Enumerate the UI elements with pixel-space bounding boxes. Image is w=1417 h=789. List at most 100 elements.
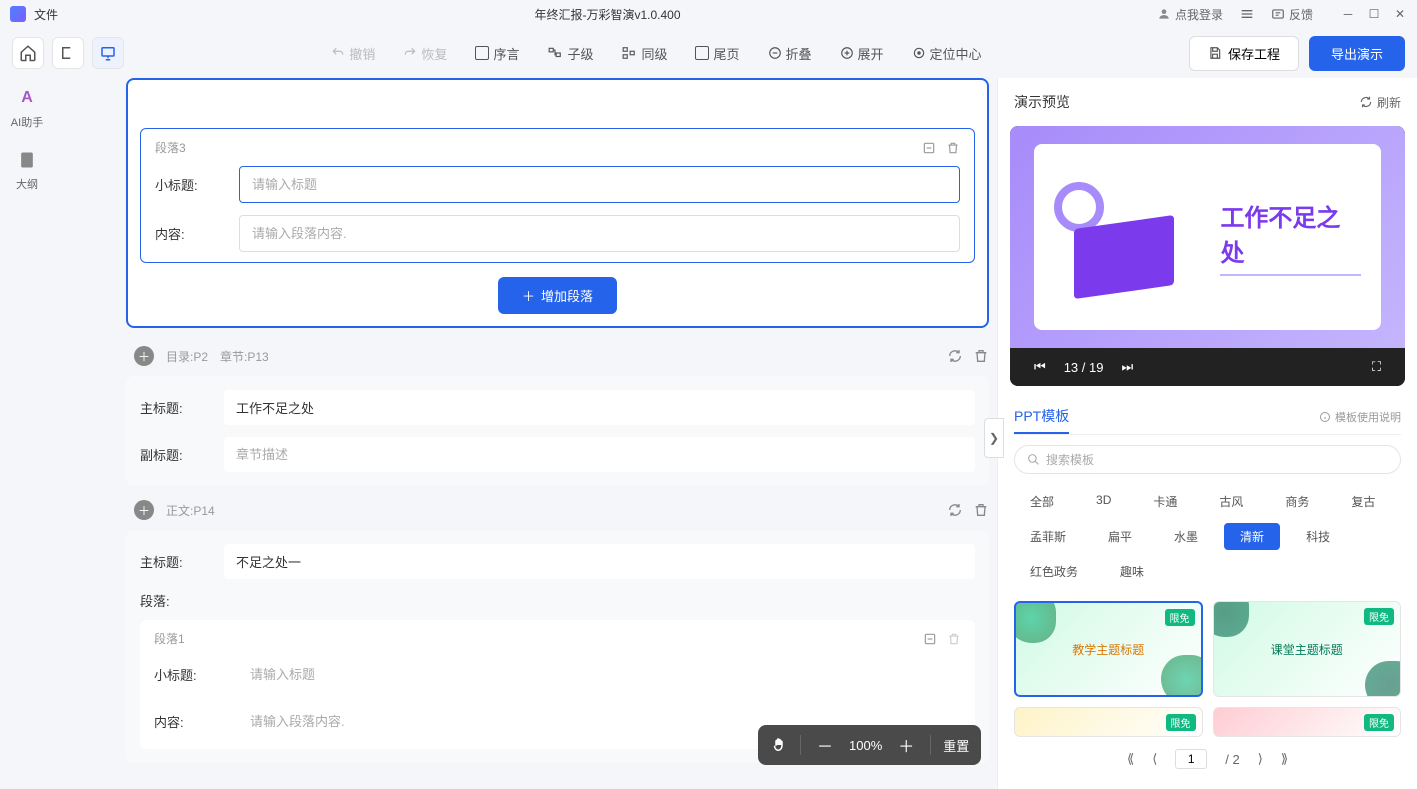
paragraph-3-card: 段落3 小标题: 内容: [140, 128, 975, 263]
main-title-input[interactable] [224, 390, 975, 425]
redo-button[interactable]: 恢复 [403, 44, 447, 63]
para3-label: 段落3 [155, 139, 186, 156]
close-button[interactable]: ✕ [1393, 7, 1407, 21]
prev-page-button[interactable]: ⟨ [1152, 751, 1157, 767]
delete-para-icon[interactable] [946, 141, 960, 155]
delete-icon[interactable] [947, 632, 961, 646]
next-slide-button[interactable]: ⏭ [1111, 359, 1143, 375]
locate-button[interactable]: 定位中心 [912, 44, 982, 63]
hand-icon[interactable] [770, 736, 788, 754]
feedback-icon [1271, 7, 1285, 21]
sync-icon[interactable] [947, 502, 963, 518]
delete-body-icon[interactable] [973, 502, 989, 518]
info-icon [1319, 411, 1331, 423]
sidebar-ai[interactable]: A AI助手 [11, 86, 43, 130]
body-subtitle-input[interactable] [238, 657, 961, 692]
sibling-button[interactable]: 同级 [621, 44, 667, 63]
template-tag[interactable]: 趣味 [1104, 558, 1160, 585]
expand-button[interactable]: 展开 [840, 44, 884, 63]
save-icon [1208, 46, 1222, 60]
tail-button[interactable]: 尾页 [695, 44, 739, 63]
add-section-icon[interactable]: ＋ [134, 346, 154, 366]
redo-icon [403, 46, 417, 60]
maximize-button[interactable]: ☐ [1367, 7, 1381, 21]
body-main-title-input[interactable] [224, 544, 975, 579]
template-badge: 限免 [1364, 714, 1394, 731]
first-page-button[interactable]: ⟪ [1127, 751, 1134, 767]
template-tag[interactable]: 3D [1080, 488, 1127, 515]
template-badge: 限免 [1166, 714, 1196, 731]
template-search[interactable]: 搜索模板 [1014, 445, 1401, 474]
collapse-button[interactable]: 折叠 [768, 44, 812, 63]
page-total: / 2 [1225, 752, 1239, 767]
template-item-3[interactable]: 限免 [1014, 707, 1203, 737]
presentation-view-button[interactable] [92, 37, 124, 69]
zoom-reset-button[interactable]: 重置 [943, 736, 969, 755]
chapter-label: 章节:P13 [220, 348, 269, 365]
content-input[interactable] [239, 215, 960, 252]
titlebar: 文件 年终汇报-万彩智演v1.0.400 点我登录 反馈 ─ ☐ ✕ [0, 0, 1417, 28]
feedback-button[interactable]: 反馈 [1271, 6, 1313, 23]
add-body-icon[interactable]: ＋ [134, 500, 154, 520]
template-tag[interactable]: 孟菲斯 [1014, 523, 1082, 550]
subtitle-label: 小标题: [155, 175, 231, 194]
template-tag[interactable]: 全部 [1014, 488, 1070, 515]
child-button[interactable]: 子级 [547, 44, 593, 63]
home-icon [19, 44, 37, 62]
doc-icon [15, 148, 39, 172]
preface-button[interactable]: 序言 [475, 44, 519, 63]
template-tag[interactable]: 水墨 [1158, 523, 1214, 550]
login-button[interactable]: 点我登录 [1157, 6, 1223, 23]
template-item-2[interactable]: 课堂主题标题 限免 [1213, 601, 1402, 697]
collapse-panel-button[interactable]: ❯ [984, 418, 1004, 458]
template-tab[interactable]: PPT模板 [1014, 400, 1069, 434]
body-main-title-label: 主标题: [140, 552, 216, 571]
sibling-icon [621, 46, 637, 60]
delete-section-icon[interactable] [973, 348, 989, 364]
template-tag[interactable]: 卡通 [1137, 488, 1193, 515]
collapse-icon[interactable] [923, 632, 937, 646]
expand-icon [840, 46, 854, 60]
right-panel: ❯ 演示预览 刷新 工作不足之处 ⏮ 13 / 19 [997, 78, 1417, 789]
template-tag[interactable]: 复古 [1335, 488, 1391, 515]
refresh-icon [1359, 95, 1373, 109]
refresh-button[interactable]: 刷新 [1359, 94, 1401, 111]
user-icon [1157, 7, 1171, 21]
export-button[interactable]: 导出演示 [1309, 36, 1405, 71]
menu-icon[interactable] [1239, 6, 1255, 22]
preview-box: 工作不足之处 ⏮ 13 / 19 ⏭ ⛶ [1010, 126, 1405, 386]
template-item-1[interactable]: 教学主题标题 限免 [1014, 601, 1203, 697]
add-paragraph-button[interactable]: ＋ 增加段落 [498, 277, 617, 314]
sidebar-outline[interactable]: 大纲 [15, 148, 39, 192]
sync-icon[interactable] [947, 348, 963, 364]
content-area: 段落3 小标题: 内容: ＋ 增加段落 [54, 78, 997, 789]
template-tag[interactable]: 扁平 [1092, 523, 1148, 550]
next-page-button[interactable]: ⟩ [1258, 751, 1263, 767]
template-help[interactable]: 模板使用说明 [1319, 409, 1401, 425]
zoom-in-button[interactable]: ＋ [894, 733, 918, 757]
presentation-icon [99, 44, 117, 62]
undo-button[interactable]: 撤销 [331, 44, 375, 63]
prev-slide-button[interactable]: ⏮ [1024, 359, 1056, 375]
template-tag[interactable]: 红色政务 [1014, 558, 1094, 585]
minimize-button[interactable]: ─ [1341, 7, 1355, 21]
file-menu[interactable]: 文件 [34, 6, 58, 23]
template-tag[interactable]: 清新 [1224, 523, 1280, 550]
template-tag[interactable]: 科技 [1290, 523, 1346, 550]
collapse-para-icon[interactable] [922, 141, 936, 155]
template-item-4[interactable]: 限免 [1213, 707, 1402, 737]
template-tag[interactable]: 古风 [1203, 488, 1259, 515]
preview-slide: 工作不足之处 [1010, 126, 1405, 348]
sidebar: A AI助手 大纲 [0, 78, 54, 789]
subtitle-input[interactable] [239, 166, 960, 203]
zoom-out-button[interactable]: － [813, 733, 837, 757]
template-tag[interactable]: 商务 [1269, 488, 1325, 515]
sub-title-input[interactable] [224, 437, 975, 472]
home-button[interactable] [12, 37, 44, 69]
app-icon [10, 6, 26, 22]
last-page-button[interactable]: ⟫ [1281, 751, 1288, 767]
page-input[interactable] [1175, 749, 1207, 769]
save-button[interactable]: 保存工程 [1189, 36, 1299, 71]
fullscreen-button[interactable]: ⛶ [1362, 359, 1391, 375]
outline-view-button[interactable] [52, 37, 84, 69]
